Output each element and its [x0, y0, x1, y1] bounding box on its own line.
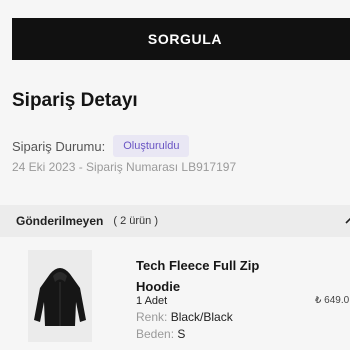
order-detail-page: SORGULA Sipariş Detayı Sipariş Durumu: O… — [0, 0, 350, 350]
product-color: Renk: Black/Black — [136, 310, 233, 324]
shipment-header[interactable]: Gönderilmeyen ( 2 ürün ) — [0, 205, 350, 237]
color-label: Renk: — [136, 310, 168, 324]
color-value: Black/Black — [170, 310, 233, 324]
product-image[interactable] — [28, 250, 92, 342]
order-status-label: Sipariş Durumu: — [12, 138, 106, 154]
order-meta: 24 Eki 2023 - Sipariş Numarası LB917197 — [12, 160, 237, 174]
page-title: Sipariş Detayı — [12, 90, 138, 111]
size-label: Beden: — [136, 327, 175, 341]
order-status-row: Sipariş Durumu: Oluşturuldu — [12, 135, 190, 157]
product-size: Beden: S — [136, 327, 185, 341]
product-quantity: 1 Adet — [136, 295, 168, 307]
shipment-count: ( 2 ürün ) — [113, 215, 158, 227]
product-price: ₺ 649.0 — [315, 295, 350, 306]
shipment-title: Gönderilmeyen — [16, 214, 104, 228]
chevron-up-icon[interactable] — [344, 214, 350, 228]
size-value: S — [177, 327, 186, 341]
hoodie-icon — [34, 268, 86, 326]
query-button[interactable]: SORGULA — [12, 18, 350, 60]
product-name[interactable]: Tech Fleece Full Zip Hoodie — [136, 255, 286, 297]
status-badge: Oluşturuldu — [113, 135, 190, 157]
